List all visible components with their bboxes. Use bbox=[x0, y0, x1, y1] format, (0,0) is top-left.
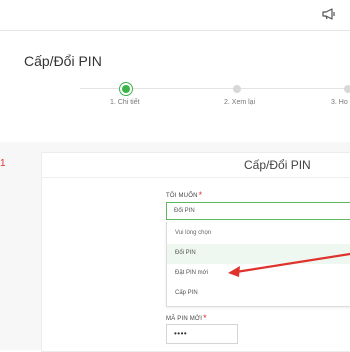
step-indicator-details bbox=[119, 82, 133, 96]
required-mark: * bbox=[203, 313, 207, 323]
want-label-text: TÔI MUỐN bbox=[166, 193, 198, 199]
page-title: Cấp/Đổi PIN bbox=[24, 53, 102, 69]
required-mark: * bbox=[198, 190, 203, 200]
new-pin-value: •••• bbox=[174, 329, 188, 338]
side-marker: 1 bbox=[0, 158, 6, 169]
step-indicator-review bbox=[233, 85, 241, 93]
option-issue-pin[interactable]: Cấp PIN bbox=[167, 284, 350, 304]
step-label-details: 1. Chi tiết bbox=[110, 99, 140, 106]
want-field-label: TÔI MUỐN* bbox=[166, 189, 203, 200]
new-pin-label-text: MÃ PIN MỚI bbox=[166, 316, 203, 322]
want-select[interactable]: Đổi PIN bbox=[166, 202, 350, 220]
step-label-review: 2. Xem lại bbox=[224, 99, 256, 106]
new-pin-input[interactable]: •••• bbox=[166, 324, 238, 344]
card-divider bbox=[41, 177, 350, 178]
want-select-value: Đổi PIN bbox=[174, 208, 195, 214]
annotation-arrow-icon bbox=[228, 252, 350, 277]
new-pin-field-label: MÃ PIN MỚI* bbox=[166, 312, 207, 323]
megaphone-icon[interactable] bbox=[322, 8, 336, 20]
option-placeholder[interactable]: Vui lòng chọn bbox=[167, 224, 350, 244]
step-indicator-third bbox=[344, 85, 350, 93]
card-title: Cấp/Đổi PIN bbox=[244, 158, 311, 172]
top-bar bbox=[0, 0, 350, 31]
step-label-third: 3. Ho bbox=[331, 99, 348, 106]
